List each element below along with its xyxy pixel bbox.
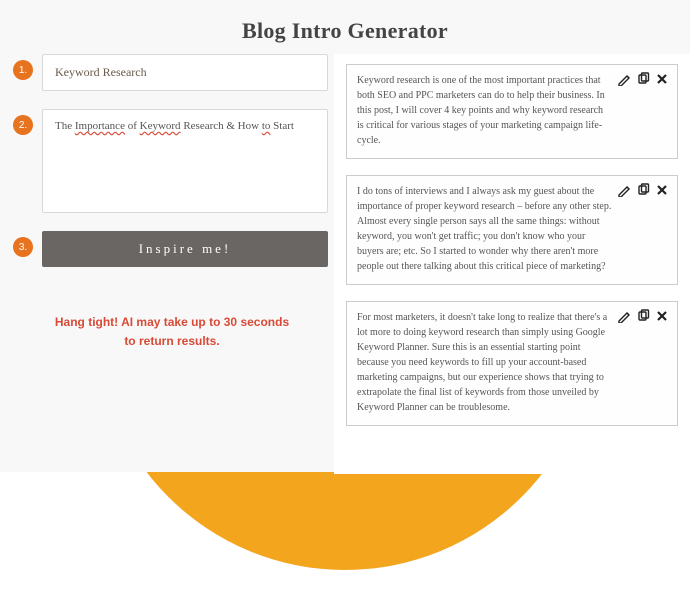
- result-card: For most marketers, it doesn't take long…: [346, 301, 678, 426]
- topic-input[interactable]: The Importance of Keyword Research & How…: [42, 109, 328, 213]
- step-badge-1: 1.: [13, 60, 33, 80]
- edit-icon[interactable]: [616, 308, 631, 323]
- edit-icon[interactable]: [616, 71, 631, 86]
- step-badge-2: 2.: [13, 115, 33, 135]
- copy-icon[interactable]: [635, 71, 650, 86]
- copy-icon[interactable]: [635, 182, 650, 197]
- step-badge-3: 3.: [13, 237, 33, 257]
- result-card: I do tons of interviews and I always ask…: [346, 175, 678, 285]
- copy-icon[interactable]: [635, 308, 650, 323]
- page-title: Blog Intro Generator: [0, 18, 690, 44]
- close-icon[interactable]: [654, 71, 669, 86]
- result-text: I do tons of interviews and I always ask…: [357, 184, 612, 274]
- results-panel: Keyword research is one of the most impo…: [334, 54, 690, 474]
- close-icon[interactable]: [654, 182, 669, 197]
- status-note: Hang tight! AI may take up to 30 seconds…: [16, 313, 328, 351]
- result-text: Keyword research is one of the most impo…: [357, 73, 612, 148]
- keyword-input[interactable]: [42, 54, 328, 91]
- result-text: For most marketers, it doesn't take long…: [357, 310, 612, 415]
- edit-icon[interactable]: [616, 182, 631, 197]
- close-icon[interactable]: [654, 308, 669, 323]
- inspire-button[interactable]: Inspire me!: [42, 231, 328, 267]
- result-card: Keyword research is one of the most impo…: [346, 64, 678, 159]
